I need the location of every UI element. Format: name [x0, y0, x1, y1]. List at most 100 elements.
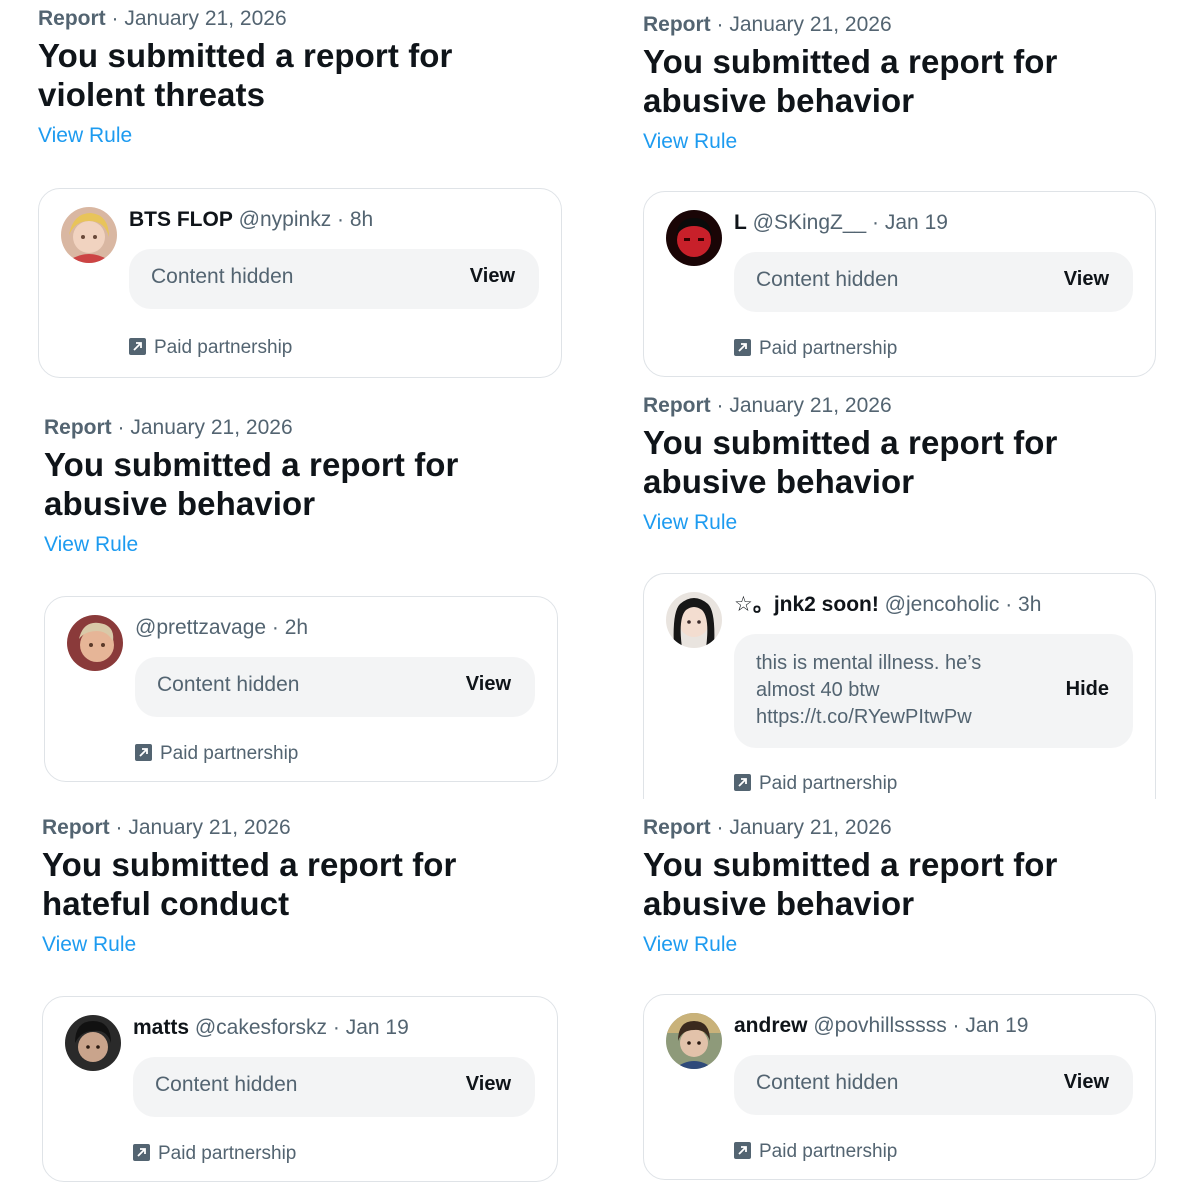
view-rule-link[interactable]: View Rule — [38, 122, 132, 150]
report-header: Report · January 21, 2026 You submitted … — [643, 12, 1058, 156]
arrow-up-right-square-icon — [734, 339, 751, 356]
avatar[interactable] — [666, 210, 722, 266]
view-button[interactable]: View — [1064, 1071, 1109, 1094]
report-date: · January 21, 2026 — [111, 416, 293, 439]
view-button[interactable]: View — [1064, 268, 1109, 291]
post-author: matts @cakesforskz · Jan 19 — [133, 1014, 409, 1042]
report-header: Report · January 21, 2026 You submitted … — [38, 6, 453, 150]
report-meta: Report · January 21, 2026 — [643, 393, 1058, 419]
report-date: · January 21, 2026 — [710, 816, 892, 839]
content-hidden-notice: Content hidden View — [734, 252, 1133, 312]
report-date: · January 21, 2026 — [105, 7, 287, 30]
avatar[interactable] — [61, 207, 117, 263]
report-meta: Report · January 21, 2026 — [643, 815, 1058, 841]
report-header: Report · January 21, 2026 You submitted … — [643, 393, 1058, 537]
content-hidden-label: Content hidden — [756, 1071, 899, 1094]
post-time: · 2h — [266, 616, 309, 639]
view-button[interactable]: View — [466, 1073, 511, 1096]
post-author: BTS FLOP @nypinkz · 8h — [129, 206, 373, 234]
avatar[interactable] — [666, 1013, 722, 1069]
report-meta: Report · January 21, 2026 — [42, 815, 457, 841]
user-handle[interactable]: @prettzavage — [135, 616, 266, 639]
paid-partnership-label: Paid partnership — [759, 338, 898, 359]
arrow-up-right-square-icon — [734, 774, 751, 791]
arrow-up-right-square-icon — [133, 1144, 150, 1161]
user-handle[interactable]: @SKingZ__ — [747, 211, 867, 234]
content-hidden-label: Content hidden — [155, 1073, 298, 1096]
display-name[interactable]: ☆。jnk2 soon! — [734, 593, 879, 616]
post-text: this is mental illness. he’s almost 40 b… — [756, 650, 1006, 731]
view-rule-link[interactable]: View Rule — [44, 531, 138, 559]
content-hidden-notice: Content hidden View — [135, 657, 535, 717]
post-author: andrew @povhillsssss · Jan 19 — [734, 1012, 1028, 1040]
report-date: · January 21, 2026 — [109, 816, 291, 839]
report-meta: Report · January 21, 2026 — [643, 12, 1058, 38]
arrow-up-right-square-icon — [135, 744, 152, 761]
reported-post-card[interactable]: BTS FLOP @nypinkz · 8h Content hidden Vi… — [38, 188, 562, 378]
paid-partnership: Paid partnership — [129, 336, 292, 360]
reported-post-card[interactable]: @prettzavage · 2h Content hidden View Pa… — [44, 596, 558, 782]
report-header: Report · January 21, 2026 You submitted … — [643, 815, 1058, 959]
report-kind: Report — [643, 13, 711, 36]
avatar[interactable] — [666, 592, 722, 648]
paid-partnership: Paid partnership — [734, 1140, 897, 1164]
view-rule-link[interactable]: View Rule — [643, 931, 737, 959]
arrow-up-right-square-icon — [734, 1142, 751, 1159]
post-time: · Jan 19 — [327, 1016, 409, 1039]
post-time: · Jan 19 — [866, 211, 948, 234]
display-name[interactable]: matts — [133, 1016, 189, 1039]
avatar[interactable] — [67, 615, 123, 671]
display-name[interactable]: andrew — [734, 1014, 808, 1037]
post-time: · 3h — [999, 593, 1042, 616]
reported-post-card[interactable]: andrew @povhillsssss · Jan 19 Content hi… — [643, 994, 1156, 1180]
report-kind: Report — [42, 816, 110, 839]
post-author: ☆。jnk2 soon! @jencoholic · 3h — [734, 591, 1041, 619]
report-header: Report · January 21, 2026 You submitted … — [42, 815, 457, 959]
content-hidden-notice: Content hidden View — [133, 1057, 535, 1117]
report-title: You submitted a report for hateful conduc… — [42, 846, 457, 922]
report-date: · January 21, 2026 — [710, 394, 892, 417]
view-rule-link[interactable]: View Rule — [42, 931, 136, 959]
hide-button[interactable]: Hide — [1066, 678, 1109, 701]
reported-post-card[interactable]: matts @cakesforskz · Jan 19 Content hidd… — [42, 996, 558, 1182]
revealed-post-content: this is mental illness. he’s almost 40 b… — [734, 634, 1133, 748]
report-kind: Report — [38, 7, 106, 30]
user-handle[interactable]: @jencoholic — [879, 593, 1000, 616]
content-hidden-notice: Content hidden View — [734, 1055, 1133, 1115]
view-rule-link[interactable]: View Rule — [643, 128, 737, 156]
post-time: · Jan 19 — [946, 1014, 1029, 1037]
display-name[interactable]: BTS FLOP — [129, 208, 233, 231]
report-title: You submitted a report for abusive behavi… — [44, 446, 459, 522]
paid-partnership-label: Paid partnership — [759, 773, 898, 794]
report-kind: Report — [643, 816, 711, 839]
paid-partnership: Paid partnership — [135, 742, 298, 766]
user-handle[interactable]: @nypinkz — [233, 208, 332, 231]
report-title: You submitted a report for violent threat… — [38, 37, 453, 113]
report-title: You submitted a report for abusive behavi… — [643, 424, 1058, 500]
paid-partnership-label: Paid partnership — [160, 743, 299, 764]
paid-partnership-label: Paid partnership — [759, 1141, 898, 1162]
view-button[interactable]: View — [470, 265, 515, 288]
report-kind: Report — [643, 394, 711, 417]
content-hidden-label: Content hidden — [151, 265, 294, 288]
paid-partnership: Paid partnership — [734, 337, 897, 361]
reported-post-card[interactable]: L @SKingZ__ · Jan 19 Content hidden View… — [643, 191, 1156, 377]
avatar[interactable] — [65, 1015, 121, 1071]
content-hidden-label: Content hidden — [157, 673, 300, 696]
view-button[interactable]: View — [466, 673, 511, 696]
content-hidden-label: Content hidden — [756, 268, 899, 291]
view-rule-link[interactable]: View Rule — [643, 509, 737, 537]
user-handle[interactable]: @povhillsssss — [808, 1014, 946, 1037]
report-meta: Report · January 21, 2026 — [44, 415, 459, 441]
post-time: · 8h — [331, 208, 374, 231]
report-date: · January 21, 2026 — [710, 13, 892, 36]
reported-post-card[interactable]: ☆。jnk2 soon! @jencoholic · 3h this is me… — [643, 573, 1156, 799]
report-title: You submitted a report for abusive behavi… — [643, 43, 1058, 119]
report-meta: Report · January 21, 2026 — [38, 6, 453, 32]
paid-partnership: Paid partnership — [133, 1142, 296, 1166]
report-header: Report · January 21, 2026 You submitted … — [44, 415, 459, 559]
display-name[interactable]: L — [734, 211, 747, 234]
post-link[interactable]: https://t.co/RYewPItwPw — [756, 704, 1006, 731]
user-handle[interactable]: @cakesforskz — [189, 1016, 327, 1039]
content-hidden-notice: Content hidden View — [129, 249, 539, 309]
